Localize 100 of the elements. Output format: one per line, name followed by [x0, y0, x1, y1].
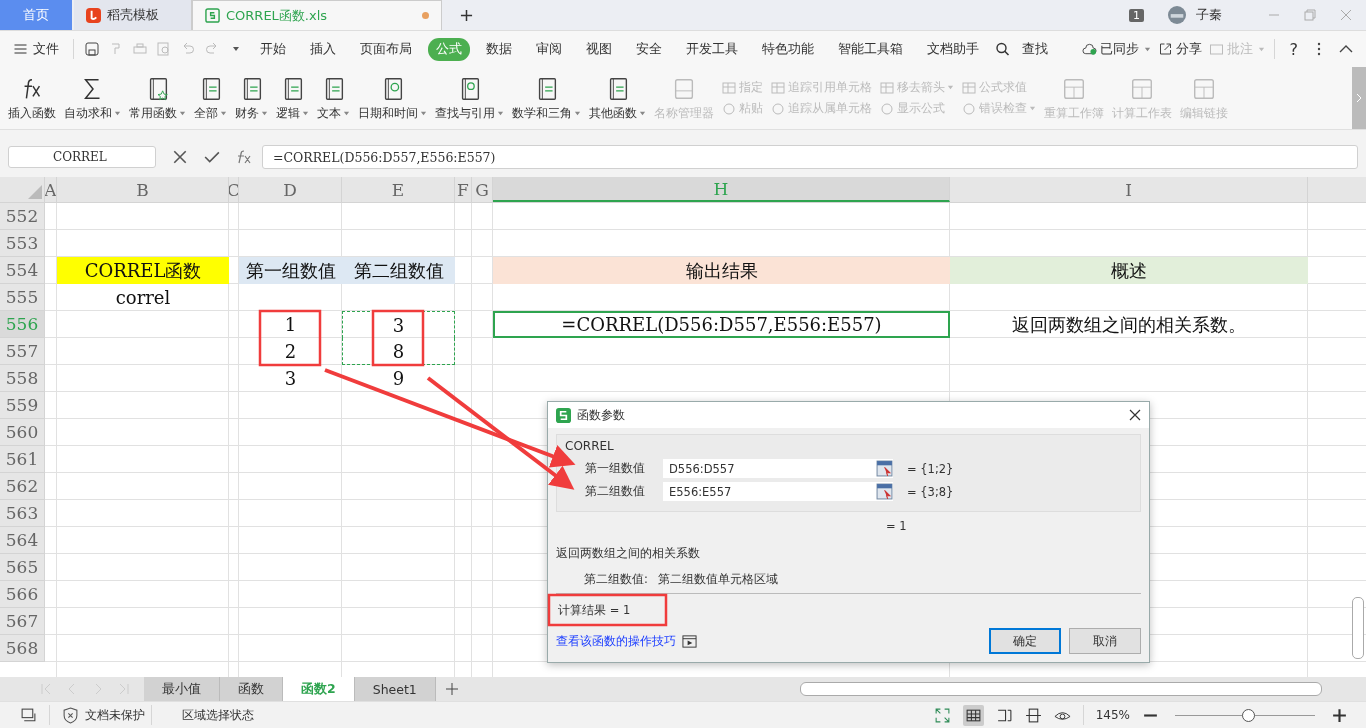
- row-header[interactable]: 562: [0, 473, 45, 500]
- range-picker-icon[interactable]: [876, 460, 893, 477]
- sheet-tab[interactable]: 函数2: [283, 677, 355, 701]
- protection-status[interactable]: 文档未保护: [85, 706, 145, 724]
- sheet-tab[interactable]: 函数: [220, 677, 283, 701]
- add-sheet-icon[interactable]: [445, 683, 458, 695]
- menu-icon[interactable]: [14, 44, 27, 54]
- function-tips-link[interactable]: 查看该函数的操作技巧: [556, 633, 676, 649]
- row-header[interactable]: 564: [0, 527, 45, 554]
- ribbon-tab[interactable]: 安全: [628, 37, 670, 61]
- reading-layout-icon[interactable]: [1024, 706, 1042, 724]
- row-header[interactable]: 555: [0, 284, 45, 311]
- ribbon-tab[interactable]: 数据: [478, 37, 520, 61]
- search-button[interactable]: 查找: [1014, 37, 1056, 61]
- save-icon[interactable]: [85, 42, 99, 56]
- document-tab[interactable]: CORREL函数.xls: [192, 0, 442, 30]
- zoom-level[interactable]: 145%: [1095, 708, 1130, 722]
- ribbon-button[interactable]: 自动求和: [64, 105, 121, 121]
- document-tab[interactable]: 稻壳模板: [74, 0, 192, 30]
- row-header[interactable]: 565: [0, 554, 45, 581]
- ribbon-button[interactable]: 常用函数: [129, 105, 186, 121]
- row-header[interactable]: 561: [0, 446, 45, 473]
- horizontal-scrollbar[interactable]: [800, 682, 1322, 696]
- vertical-scrollbar[interactable]: [1352, 597, 1364, 659]
- column-header[interactable]: D: [239, 177, 342, 202]
- ribbon-button[interactable]: 查找与引用: [435, 105, 504, 121]
- sheet-tab[interactable]: 最小值: [144, 677, 220, 701]
- avatar-icon[interactable]: [1168, 6, 1186, 24]
- dialog-title: 函数参数: [577, 406, 625, 424]
- ribbon-tab[interactable]: 页面布局: [352, 37, 420, 61]
- ribbon-tab[interactable]: 智能工具箱: [830, 37, 911, 61]
- caret-icon[interactable]: [1143, 45, 1151, 53]
- window-count-badge[interactable]: 1: [1129, 8, 1144, 22]
- share-button[interactable]: 分享: [1175, 40, 1202, 58]
- ribbon-tab[interactable]: 视图: [578, 37, 620, 61]
- user-name[interactable]: 子秦: [1196, 6, 1222, 24]
- chevron-right-icon: [1355, 92, 1363, 104]
- sync-button[interactable]: 已同步: [1099, 40, 1139, 58]
- column-header[interactable]: I: [950, 177, 1308, 202]
- row-header[interactable]: 558: [0, 365, 45, 392]
- argument-field[interactable]: E556:E557: [663, 482, 893, 501]
- row-header[interactable]: 559: [0, 392, 45, 419]
- argument-name: 第二组数值:: [584, 571, 648, 587]
- ribbon-tab[interactable]: 插入: [302, 37, 344, 61]
- range-picker-icon[interactable]: [876, 483, 893, 500]
- display-icon[interactable]: [20, 706, 37, 724]
- sheet-tab[interactable]: Sheet1: [354, 677, 436, 701]
- close-icon[interactable]: [1129, 409, 1141, 421]
- row-header[interactable]: 563: [0, 500, 45, 527]
- ribbon-button[interactable]: 财务: [235, 105, 268, 121]
- highlight-frame: [371, 309, 425, 367]
- dialog-button[interactable]: 取消: [1069, 628, 1141, 654]
- normal-view-icon[interactable]: [962, 704, 984, 726]
- column-header[interactable]: E: [342, 177, 455, 202]
- ribbon-button[interactable]: 日期和时间: [358, 105, 427, 121]
- row-header[interactable]: 560: [0, 419, 45, 446]
- argument-field[interactable]: D556:D557: [663, 459, 893, 478]
- ribbon-button[interactable]: 其他函数: [589, 105, 646, 121]
- ribbon-button[interactable]: 数学和三角: [512, 105, 581, 121]
- zoom-slider-thumb[interactable]: [1241, 708, 1255, 722]
- ribbon-tab[interactable]: 特色功能: [754, 37, 822, 61]
- help-button[interactable]: ?: [1283, 39, 1304, 59]
- argument-result: = {1;2}: [907, 461, 954, 476]
- ribbon-tab[interactable]: 文档助手: [919, 37, 987, 61]
- fullscreen-icon[interactable]: [933, 706, 951, 724]
- new-tab-icon[interactable]: [460, 8, 473, 22]
- row-header[interactable]: 557: [0, 338, 45, 365]
- row-header[interactable]: 554: [0, 257, 45, 284]
- dialog-button[interactable]: 确定: [989, 628, 1061, 654]
- name-box[interactable]: CORREL: [8, 146, 156, 168]
- row-header[interactable]: 568: [0, 635, 45, 662]
- formula-field[interactable]: =CORREL(D556:D557,E556:E557): [262, 145, 1358, 169]
- video-icon[interactable]: [682, 633, 697, 649]
- column-header[interactable]: A: [45, 177, 57, 202]
- ribbon-tab[interactable]: 公式: [428, 37, 470, 61]
- zoom-in-icon[interactable]: [1331, 706, 1348, 724]
- column-header[interactable]: B: [57, 177, 229, 202]
- row-header[interactable]: 567: [0, 608, 45, 635]
- ribbon-button[interactable]: 全部: [194, 105, 227, 121]
- confirm-icon[interactable]: [204, 149, 220, 165]
- ribbon-button[interactable]: 插入函数: [8, 105, 56, 121]
- row-header[interactable]: 553: [0, 230, 45, 257]
- row-header[interactable]: 552: [0, 203, 45, 230]
- file-menu[interactable]: 文件: [33, 40, 59, 58]
- shield-icon[interactable]: [62, 706, 79, 724]
- document-tab[interactable]: 首页: [0, 0, 72, 30]
- search-icon[interactable]: [995, 42, 1010, 56]
- cancel-icon[interactable]: [172, 149, 188, 165]
- row-header[interactable]: 566: [0, 581, 45, 608]
- ribbon-button[interactable]: 逻辑: [276, 105, 309, 121]
- column-header[interactable]: F: [455, 177, 472, 202]
- insert-function-icon[interactable]: [236, 149, 252, 165]
- cloud-icon[interactable]: [1081, 42, 1097, 56]
- argument-label: 第一组数值: [585, 461, 646, 476]
- caret-icon: [1029, 105, 1036, 112]
- ribbon-button[interactable]: 文本: [317, 105, 350, 121]
- ribbon-tab[interactable]: 审阅: [528, 37, 570, 61]
- ribbon-tab[interactable]: 开发工具: [678, 37, 746, 61]
- ribbon-tab[interactable]: 开始: [252, 37, 294, 61]
- share-icon[interactable]: [1157, 42, 1173, 56]
